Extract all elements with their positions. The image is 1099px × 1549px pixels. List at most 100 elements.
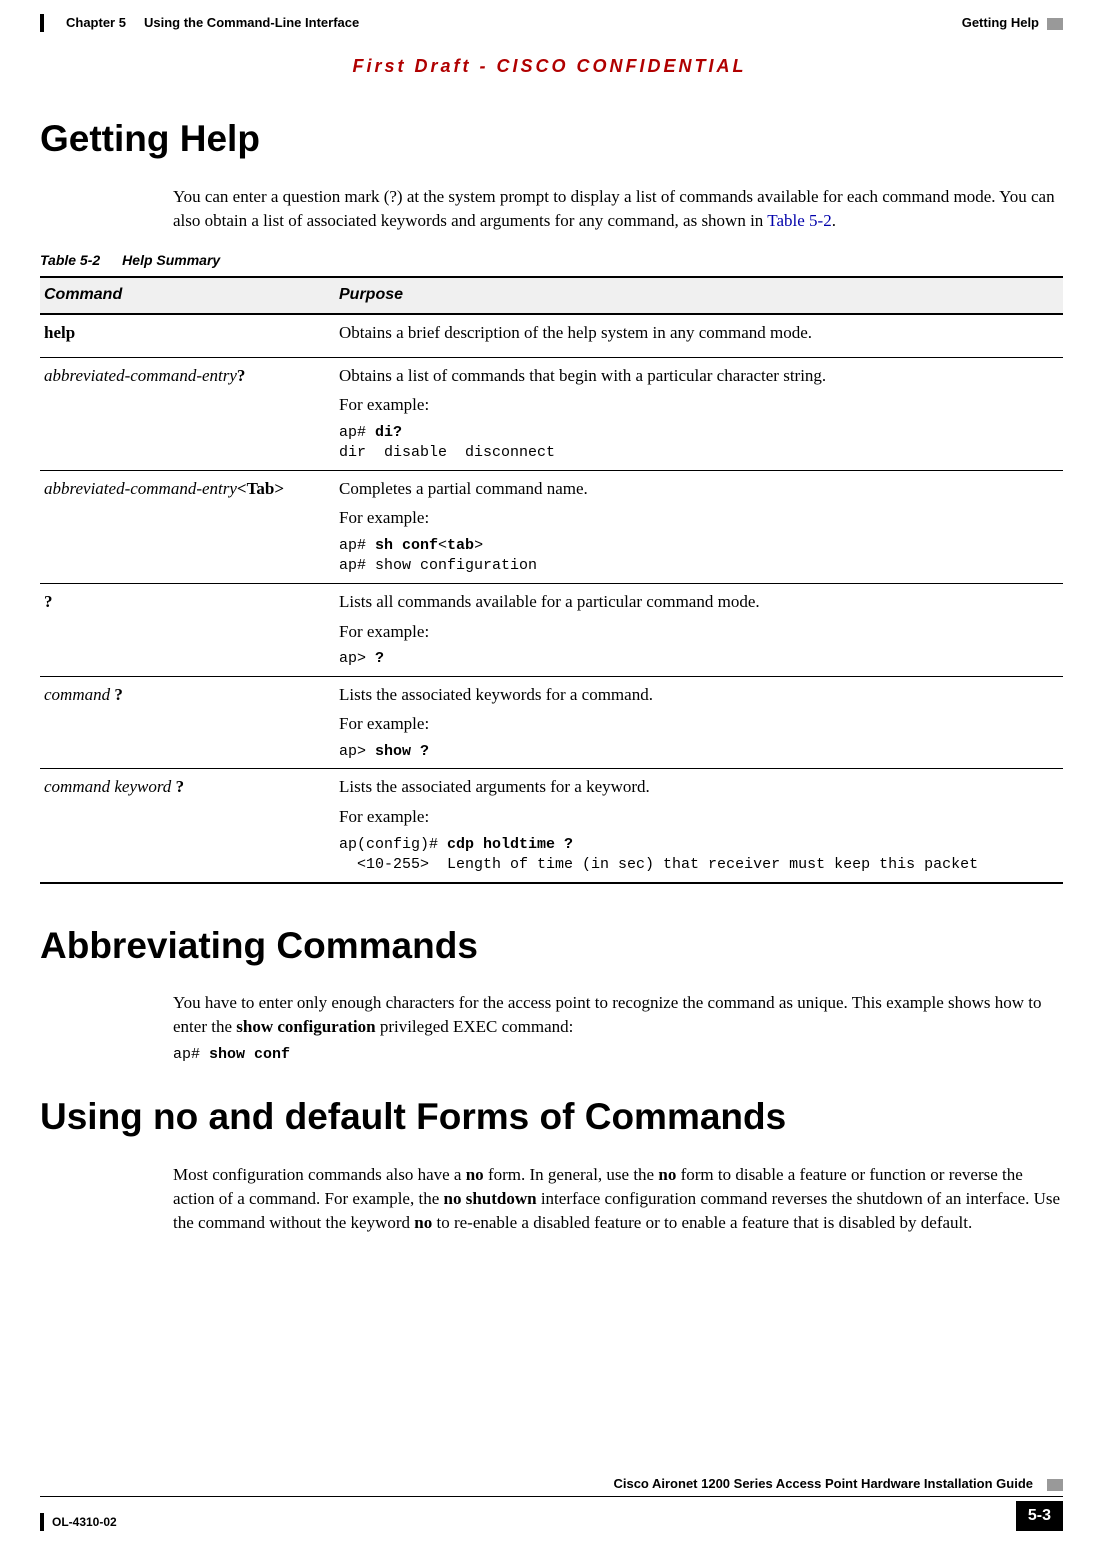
code-sfx-bold: tab — [447, 537, 474, 554]
table-title: Help Summary — [122, 251, 220, 271]
header-end-icon — [1047, 18, 1063, 30]
abbr-code-bold: show conf — [209, 1046, 290, 1063]
example-label: For example: — [339, 805, 1055, 829]
purpose-cell: Lists all commands available for a parti… — [335, 583, 1063, 676]
code-example: ap(config)# cdp holdtime ? <10-255> Leng… — [339, 835, 1055, 876]
example-label: For example: — [339, 393, 1055, 417]
code-output: dir disable disconnect — [339, 444, 555, 461]
nd-t1: Most configuration commands also have a — [173, 1165, 466, 1184]
nd-b1: no — [466, 1165, 484, 1184]
footer-doc-title: Cisco Aironet 1200 Series Access Point H… — [613, 1475, 1033, 1493]
example-label: For example: — [339, 620, 1055, 644]
code-prefix: ap> — [339, 650, 375, 667]
chapter-bar-icon — [40, 14, 44, 32]
code-prefix: ap# — [339, 424, 375, 441]
abbr-text-bold: show configuration — [236, 1017, 375, 1036]
cmd-bold: ? — [171, 777, 184, 796]
code-example: ap# sh conf<tab> ap# show configuration — [339, 536, 1055, 577]
code-bold: sh conf — [375, 537, 438, 554]
table-header-row: Command Purpose — [40, 277, 1063, 313]
abbr-text-2: privileged EXEC command: — [376, 1017, 574, 1036]
code-example: ap> show ? — [339, 742, 1055, 762]
col-header-purpose: Purpose — [335, 277, 1063, 313]
table-row: abbreviated-command-entry<Tab> Completes… — [40, 470, 1063, 583]
intro-paragraph: You can enter a question mark (?) at the… — [173, 185, 1063, 233]
purpose-text: Lists the associated keywords for a comm… — [339, 683, 1055, 707]
cmd-italic: abbreviated-command-entry — [44, 479, 237, 498]
cmd-italic: abbreviated-command-entry — [44, 366, 237, 385]
footer-doc-id: OL-4310-02 — [52, 1514, 117, 1531]
purpose-text: Completes a partial command name. — [339, 477, 1055, 501]
help-summary-table: Command Purpose help Obtains a brief des… — [40, 276, 1063, 883]
cmd-cell: abbreviated-command-entry<Tab> — [40, 470, 335, 583]
abbr-code: ap# show conf — [173, 1045, 1063, 1065]
code-bold: show ? — [375, 743, 429, 760]
purpose-text: Obtains a brief description of the help … — [339, 321, 1055, 345]
code-example: ap# di? dir disable disconnect — [339, 423, 1055, 464]
col-header-command: Command — [40, 277, 335, 313]
cmd-cell: command ? — [40, 676, 335, 769]
table-row: ? Lists all commands available for a par… — [40, 583, 1063, 676]
nd-b2: no — [658, 1165, 676, 1184]
cmd-cell: ? — [40, 583, 335, 676]
page-header: Chapter 5 Using the Command-Line Interfa… — [0, 0, 1099, 36]
code-output: ap# show configuration — [339, 557, 537, 574]
table-caption: Table 5-2 Help Summary — [40, 251, 1063, 271]
purpose-cell: Obtains a list of commands that begin wi… — [335, 357, 1063, 470]
header-right: Getting Help — [962, 14, 1063, 32]
cmd-cell: abbreviated-command-entry? — [40, 357, 335, 470]
cmd-text: ? — [44, 592, 53, 611]
cmd-text: help — [44, 323, 75, 342]
heading-abbreviating: Abbreviating Commands — [40, 920, 1063, 972]
code-sfx1: < — [438, 537, 447, 554]
section-label: Getting Help — [962, 14, 1039, 32]
table-number: Table 5-2 — [40, 251, 100, 271]
table-row: help Obtains a brief description of the … — [40, 314, 1063, 357]
example-label: For example: — [339, 712, 1055, 736]
footer-corner-icon — [1047, 1479, 1063, 1491]
cmd-bold: <Tab> — [237, 479, 284, 498]
nodefault-paragraph: Most configuration commands also have a … — [173, 1163, 1063, 1234]
footer-bar-icon — [40, 1513, 44, 1531]
cmd-cell: command keyword ? — [40, 769, 335, 883]
page-number: 5-3 — [1016, 1501, 1063, 1531]
table-row: command keyword ? Lists the associated a… — [40, 769, 1063, 883]
cmd-bold: ? — [237, 366, 246, 385]
code-prefix: ap> — [339, 743, 375, 760]
purpose-cell: Lists the associated keywords for a comm… — [335, 676, 1063, 769]
code-output: <10-255> Length of time (in sec) that re… — [339, 856, 978, 873]
abbr-code-prefix: ap# — [173, 1046, 209, 1063]
code-bold: cdp holdtime ? — [447, 836, 573, 853]
cmd-cell: help — [40, 314, 335, 357]
code-example: ap> ? — [339, 649, 1055, 669]
nd-b4: no — [414, 1213, 432, 1232]
heading-getting-help: Getting Help — [40, 113, 1063, 165]
classification-banner: First Draft - CISCO CONFIDENTIAL — [0, 54, 1099, 79]
chapter-label: Chapter 5 — [66, 14, 126, 32]
abbreviating-body: You have to enter only enough characters… — [173, 991, 1063, 1065]
purpose-cell: Obtains a brief description of the help … — [335, 314, 1063, 357]
code-prefix: ap(config)# — [339, 836, 447, 853]
purpose-cell: Completes a partial command name. For ex… — [335, 470, 1063, 583]
cmd-italic: command — [44, 685, 110, 704]
cmd-italic: command keyword — [44, 777, 171, 796]
nd-t5: to re-enable a disabled feature or to en… — [432, 1213, 972, 1232]
cmd-bold: ? — [110, 685, 123, 704]
header-left: Chapter 5 Using the Command-Line Interfa… — [40, 14, 359, 32]
nd-b3: no shutdown — [444, 1189, 537, 1208]
purpose-text: Lists the associated arguments for a key… — [339, 775, 1055, 799]
abbr-paragraph: You have to enter only enough characters… — [173, 991, 1063, 1039]
code-prefix: ap# — [339, 537, 375, 554]
purpose-cell: Lists the associated arguments for a key… — [335, 769, 1063, 883]
intro-text-2: . — [832, 211, 836, 230]
code-bold: ? — [375, 650, 384, 667]
code-sfx2: > — [474, 537, 483, 554]
example-label: For example: — [339, 506, 1055, 530]
purpose-text: Lists all commands available for a parti… — [339, 590, 1055, 614]
table-row: abbreviated-command-entry? Obtains a lis… — [40, 357, 1063, 470]
page-footer: Cisco Aironet 1200 Series Access Point H… — [40, 1475, 1063, 1531]
purpose-text: Obtains a list of commands that begin wi… — [339, 364, 1055, 388]
intro-text-1: You can enter a question mark (?) at the… — [173, 187, 1055, 230]
nd-t2: form. In general, use the — [484, 1165, 659, 1184]
footer-divider — [40, 1496, 1063, 1497]
